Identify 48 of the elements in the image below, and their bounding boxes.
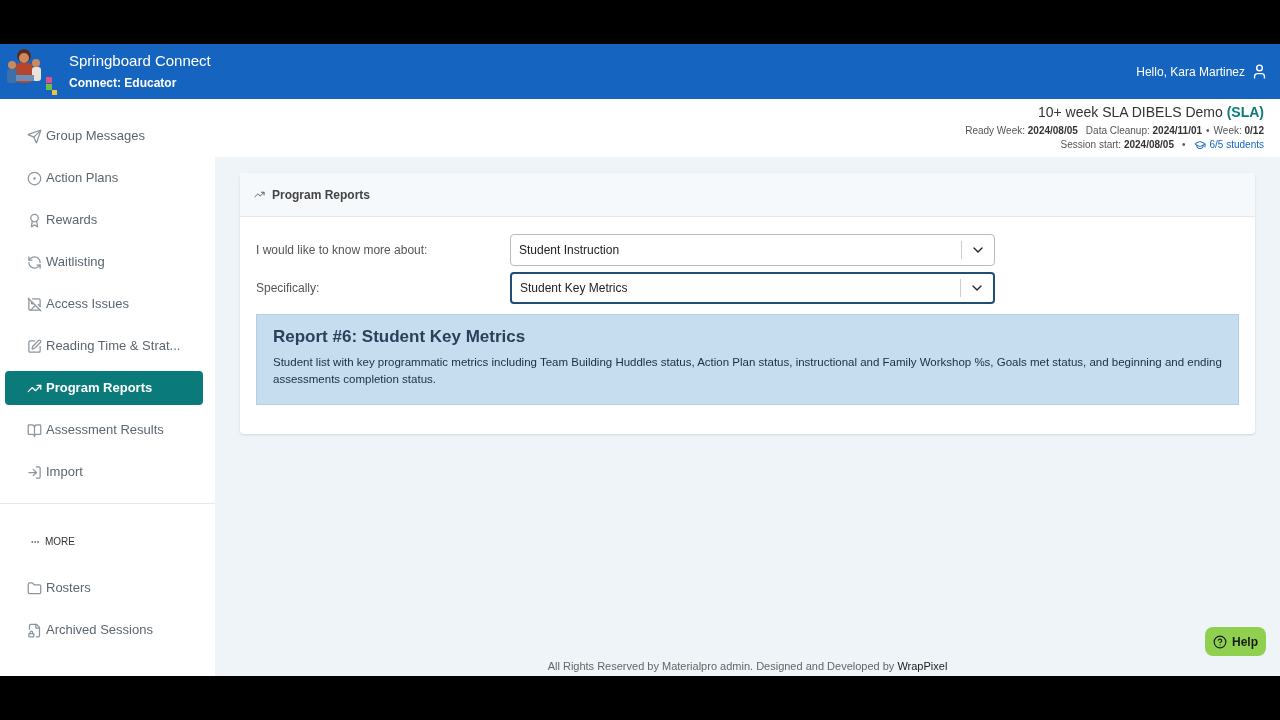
file-lock-icon — [27, 622, 42, 638]
sidebar-item[interactable]: Archived Sessions — [5, 613, 203, 647]
sidebar-item[interactable]: Import — [5, 455, 203, 489]
report-description: Student list with key programmatic metrics including Team Building Huddles status, Action Plan status, instructional and Family Workshop %s, Goals met status, and beginning and ending assessments completion status. — [273, 354, 1222, 387]
help-button[interactable]: Help — [1205, 627, 1266, 656]
cycle-icon — [27, 254, 42, 270]
help-icon — [1213, 634, 1227, 649]
ready-week: Ready Week: 2024/08/05 — [965, 124, 1078, 138]
book-icon — [27, 422, 42, 438]
sidebar-item[interactable]: Assessment Results — [5, 413, 203, 447]
sidebar-item[interactable]: Program Reports — [5, 371, 203, 405]
session-start: Session start: 2024/08/05 — [1060, 138, 1174, 152]
sidebar-item[interactable]: Rosters — [5, 571, 203, 605]
edit-icon — [27, 338, 42, 354]
sidebar-item[interactable]: Action Plans — [5, 161, 203, 195]
bullet-dot: • — [1182, 138, 1186, 152]
target-icon — [27, 170, 42, 186]
sidebar-item[interactable]: Waitlisting — [5, 245, 203, 279]
app-subtitle: Connect: Educator — [69, 75, 178, 92]
select-field[interactable]: Student Instruction — [510, 234, 995, 266]
sidebar-item[interactable]: Rewards — [5, 203, 203, 237]
app-title: Springboard Connect — [69, 51, 211, 71]
bullet-dot: • — [1206, 124, 1210, 138]
folder-icon — [27, 580, 42, 596]
report-title: Report #6: Student Key Metrics — [273, 326, 527, 348]
footer-link[interactable]: WrapPixel — [897, 660, 948, 672]
week-count: Week: 0/12 — [1213, 124, 1264, 138]
sidebar-item[interactable]: Access Issues — [5, 287, 203, 321]
import-icon — [27, 464, 42, 480]
more-label[interactable]: MORE — [45, 534, 75, 549]
card-title: Program Reports — [272, 186, 371, 204]
image-off-icon — [27, 296, 42, 312]
greeting: Hello, Kara Martinez — [1136, 63, 1245, 81]
session-tag: (SLA) — [1226, 104, 1264, 120]
select-field[interactable]: Student Key Metrics — [510, 272, 995, 304]
students-link[interactable]: 6/5 students — [1209, 138, 1264, 152]
user-icon[interactable] — [1251, 63, 1268, 80]
send-icon — [27, 128, 42, 144]
sidebar-item[interactable]: Group Messages — [5, 119, 203, 153]
session-name: 10+ week SLA DIBELS Demo — [1037, 104, 1224, 120]
data-cleanup: Data Cleanup: 2024/11/01 — [1085, 124, 1203, 138]
field-label: I would like to know more about: — [256, 242, 429, 259]
field-label: Specifically: — [256, 280, 321, 297]
award-icon — [27, 212, 42, 228]
trend-icon — [254, 189, 265, 200]
footer-text: All Rights Reserved by Materialpro admin. Designed and Developed by — [547, 660, 896, 672]
graduation-cap-icon — [1193, 139, 1206, 151]
sidebar-item[interactable]: Reading Time & Strat... — [5, 329, 203, 363]
